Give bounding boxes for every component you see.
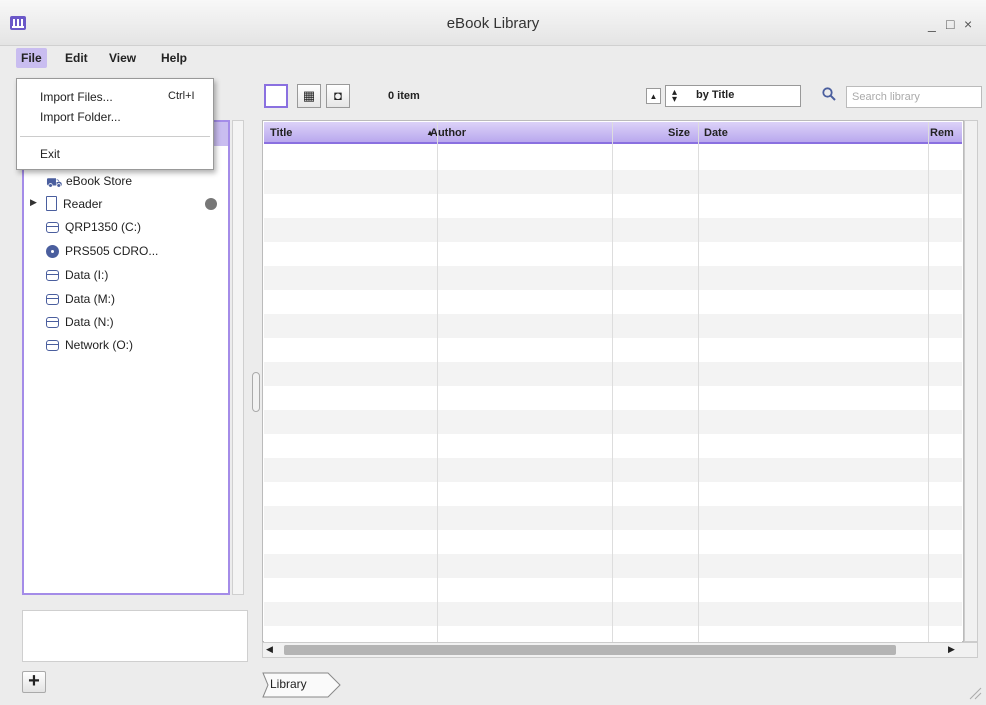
sidebar-item-data-m[interactable]: Data (M:) — [46, 288, 115, 310]
table-row[interactable] — [264, 266, 962, 290]
drive-icon — [46, 270, 59, 281]
column-header-rem[interactable]: Rem — [930, 122, 954, 144]
sidebar-item-ebook-store[interactable]: ⛟ eBook Store — [46, 170, 132, 192]
sidebar-item-label: Data (M:) — [65, 292, 116, 306]
sidebar-item-label: Reader — [63, 197, 103, 211]
column-header-title[interactable]: Title — [270, 122, 292, 144]
menu-file[interactable]: File — [16, 48, 47, 68]
eject-badge-icon[interactable] — [205, 198, 217, 210]
grid-icon: ▦ — [302, 88, 316, 103]
table-row[interactable] — [264, 218, 962, 242]
store-icon: ⛟ — [46, 175, 63, 190]
menu-item-import-folder[interactable]: Import Folder... — [40, 110, 121, 124]
table-row[interactable] — [264, 314, 962, 338]
resize-grip-icon[interactable] — [966, 684, 982, 700]
menu-edit[interactable]: Edit — [60, 48, 93, 68]
column-header-date[interactable]: Date — [704, 122, 728, 144]
menu-help[interactable]: Help — [156, 48, 192, 68]
menu-view[interactable]: View — [104, 48, 141, 68]
menu-item-shortcut: Ctrl+I — [168, 90, 195, 102]
sidebar-item-label: PRS505 CDRO... — [65, 244, 159, 258]
sidebar-scrollbar[interactable] — [232, 120, 244, 595]
sidebar-item-label: Data (I:) — [65, 268, 109, 282]
table-row[interactable] — [264, 242, 962, 266]
column-divider — [612, 122, 613, 642]
column-header-author[interactable]: Author — [430, 122, 466, 144]
table-row[interactable] — [264, 290, 962, 314]
maximize-button[interactable]: □ — [946, 16, 954, 32]
sidebar-item-drive-c[interactable]: QRP1350 (C:) — [46, 216, 141, 238]
drive-icon — [46, 317, 59, 328]
column-divider — [928, 122, 929, 642]
table-row[interactable] — [264, 530, 962, 554]
splitter-handle[interactable] — [252, 372, 260, 412]
reader-icon — [46, 196, 57, 211]
table-row[interactable] — [264, 170, 962, 194]
table-row[interactable] — [264, 458, 962, 482]
table-row[interactable] — [264, 194, 962, 218]
table-row[interactable] — [264, 578, 962, 602]
table-row[interactable] — [264, 338, 962, 362]
column-divider — [698, 122, 699, 642]
menu-bar — [0, 46, 986, 70]
table-header — [264, 122, 962, 144]
menu-item-exit[interactable]: Exit — [40, 147, 60, 161]
scroll-left-icon[interactable]: ◀ — [266, 644, 273, 655]
sidebar-selection-highlight — [212, 122, 228, 146]
table-row[interactable] — [264, 362, 962, 386]
table-row[interactable] — [264, 146, 962, 170]
table-rows — [264, 146, 962, 650]
cover-icon: ◘ — [334, 88, 342, 103]
scrollbar-thumb[interactable] — [284, 645, 896, 655]
menu-separator — [20, 136, 210, 137]
item-count: 0 item — [388, 90, 420, 102]
expand-arrow-icon[interactable]: ▶ — [30, 197, 37, 208]
table-row[interactable] — [264, 506, 962, 530]
grid-view-button[interactable]: ▦ — [297, 84, 321, 108]
cover-view-button[interactable]: ◘ — [326, 84, 350, 108]
table-row[interactable] — [264, 434, 962, 458]
select-arrows-icon: ▴ ▾ — [672, 87, 678, 105]
list-view-button[interactable] — [264, 84, 288, 108]
column-header-size[interactable]: Size — [668, 122, 690, 144]
sort-direction-button[interactable]: ▲ — [646, 88, 661, 104]
sidebar-info-panel — [22, 610, 248, 662]
sidebar-item-network-o[interactable]: Network (O:) — [46, 334, 133, 356]
drive-icon — [46, 294, 59, 305]
table-row[interactable] — [264, 482, 962, 506]
sidebar-item-cdrom[interactable]: PRS505 CDRO... — [46, 240, 158, 262]
menu-item-import-files[interactable]: Import Files... — [40, 90, 113, 104]
minimize-button[interactable]: _ — [928, 16, 936, 32]
table-row[interactable] — [264, 554, 962, 578]
search-icon[interactable] — [822, 87, 836, 101]
table-row[interactable] — [264, 410, 962, 434]
drive-icon — [46, 222, 59, 233]
cd-icon — [46, 245, 59, 258]
search-input[interactable] — [846, 86, 982, 108]
close-button[interactable]: × — [964, 16, 972, 32]
sort-select-value: by Title — [696, 89, 735, 101]
sidebar-item-label: QRP1350 (C:) — [65, 220, 142, 234]
window-title: eBook Library — [446, 15, 540, 32]
column-divider — [437, 122, 438, 642]
sidebar-item-reader[interactable]: Reader — [46, 193, 102, 215]
sidebar-item-data-i[interactable]: Data (I:) — [46, 264, 108, 286]
tab-library-label: Library — [270, 677, 307, 691]
table-row[interactable] — [264, 602, 962, 626]
table-vertical-scrollbar[interactable] — [964, 120, 978, 642]
table-row[interactable] — [264, 386, 962, 410]
sidebar-item-label: Network (O:) — [65, 338, 134, 352]
sidebar-item-label: eBook Store — [66, 174, 133, 188]
add-button[interactable]: + — [22, 671, 46, 693]
drive-icon — [46, 340, 59, 351]
scroll-right-icon[interactable]: ▶ — [948, 644, 955, 655]
sidebar-item-data-n[interactable]: Data (N:) — [46, 311, 114, 333]
sidebar-item-label: Data (N:) — [65, 315, 114, 329]
